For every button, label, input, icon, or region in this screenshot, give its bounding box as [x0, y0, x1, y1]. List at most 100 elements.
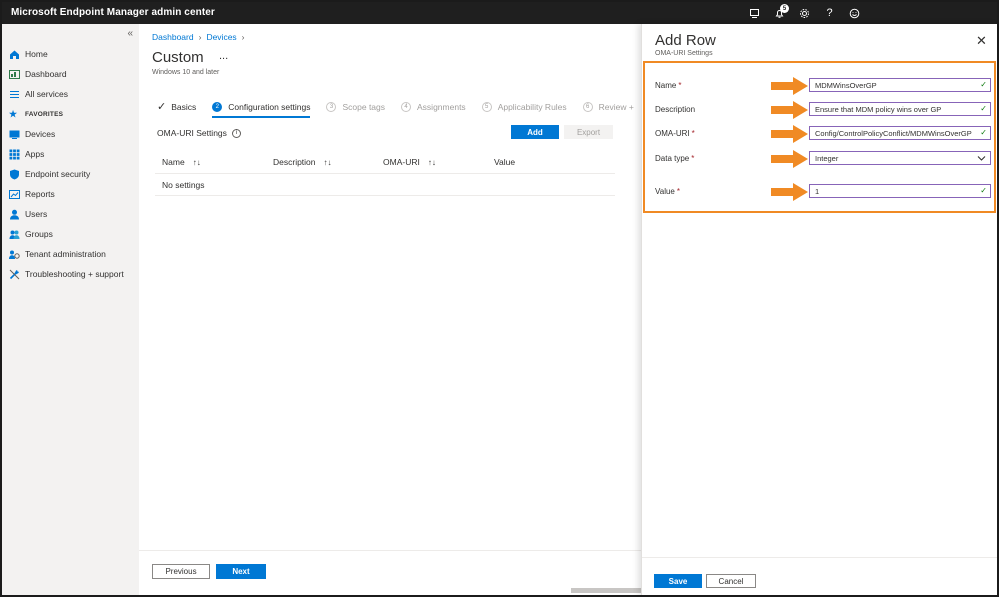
column-label: Description — [273, 157, 316, 167]
horizontal-scrollbar[interactable] — [571, 588, 641, 593]
field-row-description: Description Ensure that MDM policy wins … — [655, 101, 995, 120]
field-label: Name * — [655, 81, 682, 90]
value-value: 1 — [815, 186, 820, 196]
previous-button[interactable]: Previous — [152, 564, 210, 579]
tab-applicability-rules[interactable]: 5 Applicability Rules — [481, 100, 567, 113]
export-button[interactable]: Export — [564, 125, 613, 139]
panel-subtitle: OMA-URI Settings — [655, 50, 713, 57]
remote-icon[interactable] — [742, 2, 767, 24]
sidebar-item-apps[interactable]: Apps — [2, 144, 139, 164]
column-header-oma-uri[interactable]: OMA-URI ↑↓ — [383, 157, 436, 167]
window-frame: Microsoft Endpoint Manager admin center … — [0, 0, 999, 597]
more-icon[interactable]: ... — [219, 50, 228, 62]
sidebar-item-users[interactable]: Users — [2, 204, 139, 224]
step-label: Basics — [171, 101, 197, 112]
sidebar-item-dashboard[interactable]: Dashboard — [2, 64, 139, 84]
checkmark-icon: ✓ — [157, 101, 167, 113]
step-label: Applicability Rules — [497, 101, 567, 112]
add-button[interactable]: Add — [511, 125, 559, 139]
data-type-select[interactable]: Integer — [809, 151, 991, 165]
column-header-name[interactable]: Name ↑↓ — [162, 157, 201, 167]
wizard-steps: ✓ Basics 2 Configuration settings 3 Scop… — [157, 100, 650, 118]
wizard-footer: Previous Next — [139, 550, 641, 595]
next-button[interactable]: Next — [216, 564, 266, 579]
sidebar-item-label: Tenant administration — [25, 249, 106, 259]
step-label: Configuration settings — [228, 101, 311, 112]
sidebar-item-home[interactable]: Home — [2, 44, 139, 64]
tab-basics[interactable]: ✓ Basics — [157, 100, 196, 113]
oma-uri-value: Config/ControlPolicyConflict/MDMWinsOver… — [815, 128, 972, 138]
field-label: Data type * — [655, 154, 695, 163]
field-row-value: Value * 1 ✓ — [655, 183, 995, 202]
sidebar-item-tenant-administration[interactable]: Tenant administration — [2, 244, 139, 264]
app-title: Microsoft Endpoint Manager admin center — [11, 7, 215, 18]
dashboard-icon — [9, 69, 20, 80]
checkmark-icon: ✓ — [980, 186, 987, 195]
help-icon[interactable]: ? — [817, 2, 842, 24]
sidebar-item-reports[interactable]: Reports — [2, 184, 139, 204]
field-label: Value * — [655, 187, 680, 196]
step-label: Scope tags — [342, 101, 386, 112]
arrow-icon — [771, 125, 808, 143]
wrench-icon — [9, 269, 20, 280]
description-value: Ensure that MDM policy wins over GP — [815, 104, 942, 114]
field-row-oma-uri: OMA-URI * Config/ControlPolicyConflict/MD… — [655, 125, 995, 144]
sidebar-item-devices[interactable]: Devices — [2, 124, 139, 144]
tenant-icon — [9, 249, 20, 260]
smiley-icon[interactable] — [842, 2, 867, 24]
sidebar-item-troubleshooting[interactable]: Troubleshooting + support — [2, 264, 139, 284]
add-row-panel: Add Row OMA-URI Settings ✕ Name * MDMWins… — [641, 24, 997, 595]
panel-footer: Save Cancel — [642, 557, 997, 595]
info-icon[interactable]: i — [231, 128, 241, 138]
sidebar-item-endpoint-security[interactable]: Endpoint security — [2, 164, 139, 184]
column-label: Name — [162, 157, 185, 167]
field-row-name: Name * MDMWinsOverGP ✓ — [655, 77, 995, 96]
step-number: 2 — [212, 101, 223, 112]
sidebar-item-groups[interactable]: Groups — [2, 224, 139, 244]
page-subtitle: Windows 10 and later — [152, 69, 220, 76]
cancel-button[interactable]: Cancel — [706, 574, 756, 588]
close-icon[interactable]: ✕ — [976, 33, 987, 49]
shield-icon — [9, 169, 20, 180]
bell-icon[interactable]: 5 — [767, 2, 792, 24]
breadcrumb-dashboard[interactable]: Dashboard — [152, 32, 194, 42]
arrow-icon — [771, 150, 808, 168]
oma-uri-settings-text: OMA-URI Settings — [157, 128, 227, 138]
column-header-description[interactable]: Description ↑↓ — [273, 157, 332, 167]
notification-badge: 5 — [780, 4, 789, 13]
field-label: Description — [655, 105, 696, 114]
chevron-down-icon — [977, 152, 986, 164]
sort-icon[interactable]: ↑↓ — [324, 158, 332, 167]
sort-icon[interactable]: ↑↓ — [428, 158, 436, 167]
favorites-header: ★ FAVORITES — [2, 104, 139, 124]
oma-uri-settings-label: OMA-URI Settings i — [157, 128, 241, 138]
oma-uri-input[interactable]: Config/ControlPolicyConflict/MDMWinsOver… — [809, 126, 991, 140]
sidebar-item-label: Dashboard — [25, 69, 67, 79]
step-number: 3 — [326, 101, 337, 112]
sidebar-item-label: Reports — [25, 189, 55, 199]
column-header-value: Value — [494, 157, 515, 167]
chevron-right-icon: › — [198, 32, 202, 42]
sidebar-item-label: Users — [25, 209, 48, 219]
chevron-right-icon: › — [241, 32, 245, 42]
step-number: 6 — [582, 101, 593, 112]
sort-icon[interactable]: ↑↓ — [193, 158, 201, 167]
name-input[interactable]: MDMWinsOverGP ✓ — [809, 78, 991, 92]
gear-icon[interactable] — [792, 2, 817, 24]
value-input[interactable]: 1 ✓ — [809, 184, 991, 198]
tab-assignments[interactable]: 4 Assignments — [401, 100, 466, 113]
list-icon — [9, 89, 20, 100]
tab-configuration-settings[interactable]: 2 Configuration settings — [212, 100, 311, 118]
collapse-icon[interactable]: « — [127, 28, 133, 39]
breadcrumb-devices[interactable]: Devices — [206, 32, 236, 42]
tab-scope-tags[interactable]: 3 Scope tags — [326, 100, 385, 113]
breadcrumb: Dashboard › Devices › — [152, 32, 245, 42]
tab-review[interactable]: 6 Review + — [582, 100, 634, 113]
name-value: MDMWinsOverGP — [815, 80, 877, 90]
top-icons: 5 ? — [742, 2, 867, 24]
description-input[interactable]: Ensure that MDM policy wins over GP ✓ — [809, 102, 991, 116]
settings-table: Name ↑↓ Description ↑↓ OMA-URI ↑↓ Value No … — [155, 150, 615, 196]
sidebar-item-all-services[interactable]: All services — [2, 84, 139, 104]
data-type-value: Integer — [815, 153, 839, 163]
save-button[interactable]: Save — [654, 574, 702, 588]
